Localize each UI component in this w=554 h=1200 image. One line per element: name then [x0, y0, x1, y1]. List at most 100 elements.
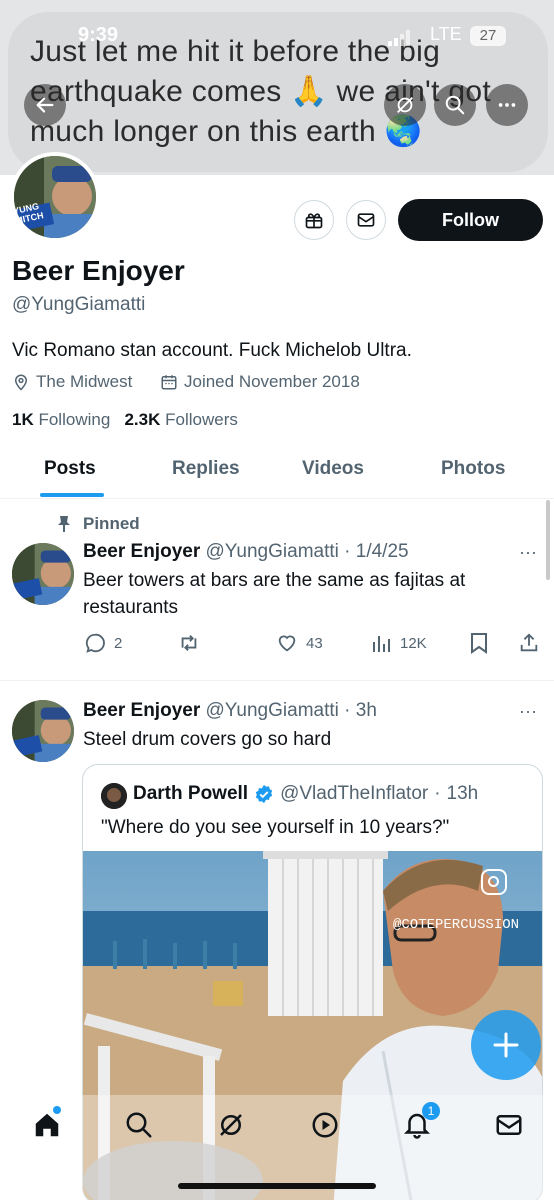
quote-time: 13h [446, 783, 479, 804]
reply-icon [85, 633, 105, 653]
avatar-image [12, 543, 74, 605]
reply-count: 2 [114, 634, 123, 652]
tab-posts[interactable]: Posts [44, 458, 96, 480]
tweet-time[interactable]: 3h [356, 700, 377, 721]
pinned-label: Pinned [83, 514, 140, 533]
tweet-author-handle[interactable]: @YungGiamatti [206, 700, 339, 721]
quote-author-name: Darth Powell [133, 783, 249, 804]
tweet-time[interactable]: 1/4/25 [356, 541, 409, 562]
follow-button[interactable]: Follow [398, 199, 543, 241]
plus-icon [493, 1032, 519, 1058]
compose-button[interactable] [471, 1010, 541, 1080]
calendar-icon [161, 375, 177, 390]
tweet-text: Beer towers at bars are the same as faji… [83, 570, 466, 618]
tweet-text: Steel drum covers go so hard [83, 729, 332, 750]
profile-bio: Vic Romano stan account. Fuck Michelob U… [12, 340, 412, 361]
nav-messages[interactable] [494, 1110, 524, 1140]
views-button[interactable]: 12K [372, 632, 427, 654]
message-button[interactable] [346, 200, 386, 240]
battery-icon: 27 [470, 26, 506, 46]
location-pin-icon [14, 374, 28, 391]
like-count: 43 [306, 634, 323, 652]
following-link[interactable]: 1K Following [12, 410, 110, 429]
joined-text: Joined November 2018 [184, 372, 360, 391]
profile-name: Beer Enjoyer [12, 255, 185, 286]
tweet-author-name[interactable]: Beer Enjoyer [83, 541, 200, 562]
tabs-divider [0, 498, 554, 499]
tweet-header: Beer Enjoyer @YungGiamatti · 3h [83, 700, 377, 721]
search-icon [126, 1112, 152, 1138]
tweet-header: Beer Enjoyer @YungGiamatti · 1/4/25 [83, 541, 409, 562]
more-icon [498, 103, 516, 107]
share-button[interactable] [518, 632, 540, 654]
notification-badge: 1 [422, 1102, 440, 1120]
nav-grok[interactable] [216, 1110, 246, 1140]
pin-icon [56, 515, 72, 533]
grok-icon [220, 1114, 242, 1136]
retweet-button[interactable] [177, 632, 201, 654]
profile-location: The Midwest [12, 372, 132, 392]
tweet-avatar[interactable] [12, 700, 74, 762]
tweet-more-button[interactable]: ··· [519, 701, 537, 722]
back-arrow-icon [36, 97, 54, 113]
play-icon [312, 1112, 338, 1138]
grok-icon [397, 97, 413, 113]
back-button[interactable] [24, 84, 66, 126]
follow-counts: 1K Following 2.3K Followers [12, 410, 238, 430]
location-text: The Midwest [36, 372, 133, 391]
video-watermark: @COTEPERCUSSION [393, 917, 520, 933]
envelope-icon [496, 1115, 522, 1135]
home-icon [35, 1113, 59, 1137]
followers-label: Followers [165, 410, 238, 429]
envelope-icon [357, 213, 375, 227]
nav-search[interactable] [124, 1110, 154, 1140]
like-button[interactable]: 43 [276, 632, 323, 654]
quote-header: Darth Powell @VladTheInflator · 13h [133, 783, 479, 804]
quote-text: "Where do you see yourself in 10 years?" [101, 817, 450, 838]
tab-photos[interactable]: Photos [441, 458, 505, 480]
status-time: 9:39 [78, 24, 119, 46]
quote-author-handle: @VladTheInflator [280, 783, 429, 804]
bookmark-icon [471, 633, 487, 654]
search-button[interactable] [434, 84, 476, 126]
signal-icon [388, 30, 410, 46]
tweet-divider [0, 680, 554, 681]
nav-media[interactable] [310, 1110, 340, 1140]
heart-icon [278, 635, 296, 652]
followers-count: 2.3K [124, 410, 161, 429]
scrollbar[interactable] [546, 500, 550, 580]
verified-badge-icon [255, 784, 273, 804]
profile-joined: Joined November 2018 [160, 372, 360, 392]
nav-notifications[interactable]: 1 [402, 1102, 440, 1140]
tab-videos[interactable]: Videos [302, 458, 364, 480]
search-icon [445, 95, 465, 115]
grok-button[interactable] [384, 84, 426, 126]
followers-link[interactable]: 2.3K Followers [124, 410, 237, 429]
tweet-author-name[interactable]: Beer Enjoyer [83, 700, 200, 721]
bookmark-button[interactable] [470, 632, 488, 654]
views-count: 12K [400, 634, 427, 652]
instagram-icon [481, 869, 507, 895]
more-button[interactable] [486, 84, 528, 126]
profile-avatar[interactable] [10, 152, 100, 242]
gift-button[interactable] [294, 200, 334, 240]
gift-icon [305, 213, 323, 229]
active-tab-indicator [40, 493, 104, 497]
home-indicator [178, 1183, 376, 1189]
share-icon [520, 633, 538, 652]
avatar-image [12, 700, 74, 762]
profile-handle: @YungGiamatti [12, 294, 146, 315]
tweet-author-handle[interactable]: @YungGiamatti [206, 541, 339, 562]
nav-home[interactable] [32, 1106, 62, 1140]
avatar-image [14, 156, 96, 238]
avatar-image [101, 783, 127, 809]
retweet-icon [181, 635, 197, 651]
tab-replies[interactable]: Replies [172, 458, 240, 480]
following-label: Following [38, 410, 111, 429]
tweet-more-button[interactable]: ··· [519, 542, 537, 563]
quote-avatar [101, 783, 127, 809]
network-label: LTE [430, 24, 462, 44]
reply-button[interactable]: 2 [84, 632, 122, 654]
tweet-avatar[interactable] [12, 543, 74, 605]
views-icon [373, 636, 390, 652]
